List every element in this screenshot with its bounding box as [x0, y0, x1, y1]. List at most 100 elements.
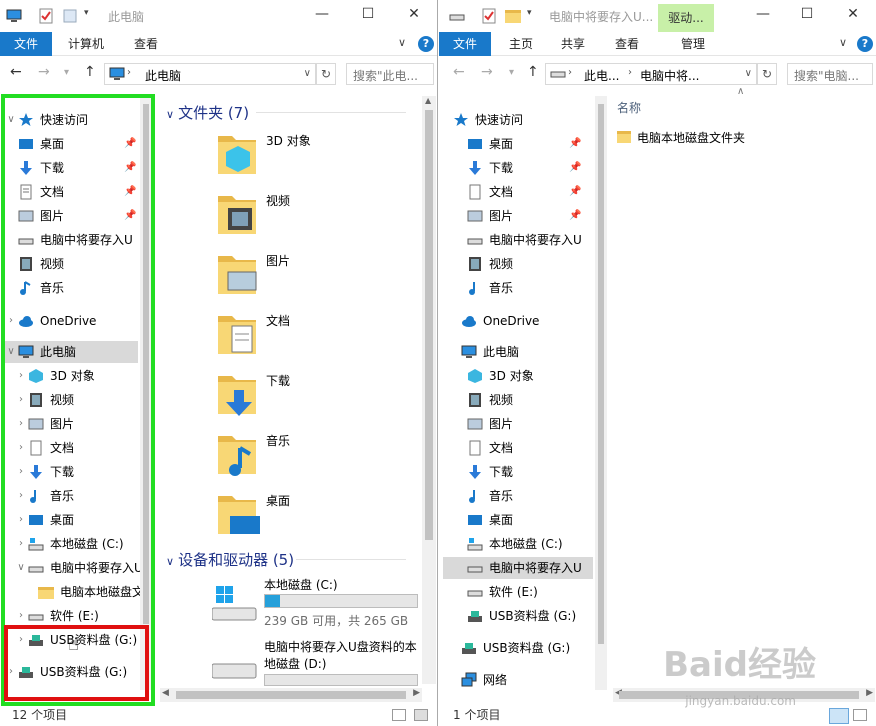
help-icon[interactable]: ?: [418, 36, 434, 52]
chevron-down-icon[interactable]: ∨: [398, 36, 406, 49]
file-tab[interactable]: 文件: [439, 32, 492, 56]
scrollbar-thumb[interactable]: [598, 104, 604, 644]
nav-documents-2[interactable]: 文档: [467, 437, 513, 459]
scroll-up-icon[interactable]: ▲: [425, 96, 431, 105]
folder-tile[interactable]: 桌面: [216, 486, 436, 542]
nav-scrollbar[interactable]: [595, 96, 607, 690]
folders-group-header[interactable]: ∨ 文件夹 (7): [166, 102, 406, 123]
search-input[interactable]: 搜索"此电...: [346, 63, 434, 85]
recent-dropdown-icon[interactable]: ▾: [509, 67, 514, 78]
folder-tile[interactable]: 3D 对象: [216, 126, 436, 182]
pin-icon[interactable]: 📌: [569, 162, 581, 173]
breadcrumb-this-pc[interactable]: 此电...: [584, 67, 619, 84]
details-view-icon[interactable]: [392, 709, 406, 721]
breadcrumb[interactable]: 此电脑: [145, 67, 181, 84]
chevron-down-icon[interactable]: ∨: [304, 68, 311, 79]
nav-documents[interactable]: 文档: [467, 181, 513, 203]
tab-computer[interactable]: 计算机: [58, 32, 114, 56]
tab-share[interactable]: 共享: [551, 32, 595, 56]
nav-pictures[interactable]: 图片: [467, 205, 513, 227]
nav-usb-g-root[interactable]: USB资料盘 (G:): [461, 637, 570, 659]
nav-videos[interactable]: 视频: [467, 253, 513, 275]
pin-icon[interactable]: 📌: [569, 186, 581, 197]
nav-onedrive[interactable]: OneDrive: [461, 310, 539, 332]
content-scrollbar[interactable]: ▲: [422, 96, 436, 684]
horizontal-scrollbar[interactable]: ◀ ▶: [160, 688, 422, 702]
nav-drive-d-selected[interactable]: 电脑中将要存入U: [443, 557, 593, 579]
refresh-icon[interactable]: ↻: [757, 63, 777, 85]
scroll-left-icon[interactable]: ◀: [162, 688, 169, 698]
nav-music[interactable]: 音乐: [467, 277, 513, 299]
folder-tile[interactable]: 下载: [216, 366, 436, 422]
scroll-right-icon[interactable]: ▶: [866, 688, 873, 698]
nav-downloads[interactable]: 下载: [467, 157, 513, 179]
quick-access-dropdown-icon[interactable]: ▾: [84, 8, 100, 24]
maximize-icon[interactable]: ☐: [797, 6, 817, 22]
breadcrumb-drive-d[interactable]: 电脑中将...: [640, 67, 699, 84]
forward-icon[interactable]: →: [38, 64, 50, 80]
quick-access-dropdown-icon[interactable]: ▾: [527, 8, 543, 24]
minimize-icon[interactable]: —: [312, 6, 332, 22]
context-tab-drive-tools[interactable]: 驱动...: [658, 4, 714, 32]
chevron-down-icon[interactable]: ∨: [166, 555, 174, 568]
new-folder-icon[interactable]: [62, 8, 78, 24]
pin-icon[interactable]: 📌: [569, 210, 581, 221]
up-icon[interactable]: ↑: [527, 64, 539, 80]
sort-arrow-icon[interactable]: ∧: [737, 86, 744, 97]
nav-3d-objects[interactable]: 3D 对象: [467, 365, 534, 387]
recent-dropdown-icon[interactable]: ▾: [64, 67, 69, 78]
devices-group-header[interactable]: ∨ 设备和驱动器 (5): [166, 549, 406, 570]
tab-view[interactable]: 查看: [605, 32, 649, 56]
nav-desktop-2[interactable]: 桌面: [467, 509, 513, 531]
refresh-icon[interactable]: ↻: [316, 63, 336, 85]
scrollbar-thumb[interactable]: [425, 110, 433, 540]
chevron-down-icon[interactable]: ∨: [166, 108, 174, 121]
folder-tile[interactable]: 图片: [216, 246, 436, 302]
drive-c-tile[interactable]: 本地磁盘 (C:) 239 GB 可用，共 265 GB: [211, 576, 422, 632]
back-icon[interactable]: ←: [453, 64, 465, 80]
address-bar[interactable]: › 此电脑 ∨: [104, 63, 316, 85]
nav-drive-c[interactable]: 本地磁盘 (C:): [467, 533, 563, 555]
chevron-down-icon[interactable]: ∨: [839, 36, 847, 49]
nav-quick-access[interactable]: 快速访问: [453, 109, 523, 131]
help-icon[interactable]: ?: [857, 36, 873, 52]
properties-icon[interactable]: [481, 8, 497, 24]
nav-drive-d[interactable]: 电脑中将要存入U: [467, 229, 582, 251]
nav-music-2[interactable]: 音乐: [467, 485, 513, 507]
tab-view[interactable]: 查看: [124, 32, 168, 56]
pin-icon[interactable]: 📌: [569, 138, 581, 149]
close-icon[interactable]: ✕: [843, 6, 863, 22]
scroll-right-icon[interactable]: ▶: [413, 688, 420, 698]
close-icon[interactable]: ✕: [404, 6, 424, 22]
large-icons-view-icon[interactable]: [853, 709, 867, 721]
file-row[interactable]: 电脑本地磁盘文件夹: [617, 128, 745, 146]
chevron-down-icon[interactable]: ∨: [745, 68, 752, 79]
up-icon[interactable]: ↑: [84, 64, 96, 80]
tab-home[interactable]: 主页: [499, 32, 543, 56]
nav-pictures-2[interactable]: 图片: [467, 413, 513, 435]
address-bar[interactable]: › 此电... › 电脑中将... ∨: [545, 63, 757, 85]
nav-desktop[interactable]: 桌面: [467, 133, 513, 155]
drive-d-tile[interactable]: 电脑中将要存入U盘资料的本 地磁盘 (D:): [211, 638, 422, 690]
details-view-icon[interactable]: [829, 708, 849, 724]
nav-network[interactable]: 网络: [461, 669, 507, 691]
minimize-icon[interactable]: —: [753, 6, 773, 22]
nav-this-pc[interactable]: 此电脑: [461, 341, 519, 363]
search-input[interactable]: 搜索"电脑...: [787, 63, 873, 85]
forward-icon[interactable]: →: [481, 64, 493, 80]
tab-manage[interactable]: 管理: [671, 32, 715, 56]
nav-usb-g[interactable]: USB资料盘 (G:): [467, 605, 576, 627]
back-icon[interactable]: ←: [10, 64, 22, 80]
folder-icon[interactable]: [505, 10, 521, 23]
maximize-icon[interactable]: ☐: [358, 6, 378, 22]
file-tab[interactable]: 文件: [0, 32, 53, 56]
column-header-name[interactable]: 名称: [617, 99, 641, 116]
nav-drive-e[interactable]: 软件 (E:): [467, 581, 538, 603]
folder-tile[interactable]: 音乐: [216, 426, 436, 482]
scrollbar-thumb[interactable]: [176, 691, 406, 699]
nav-videos-2[interactable]: 视频: [467, 389, 513, 411]
nav-downloads-2[interactable]: 下载: [467, 461, 513, 483]
properties-icon[interactable]: [38, 8, 54, 24]
folder-tile[interactable]: 视频: [216, 186, 436, 242]
folder-tile[interactable]: 文档: [216, 306, 436, 362]
